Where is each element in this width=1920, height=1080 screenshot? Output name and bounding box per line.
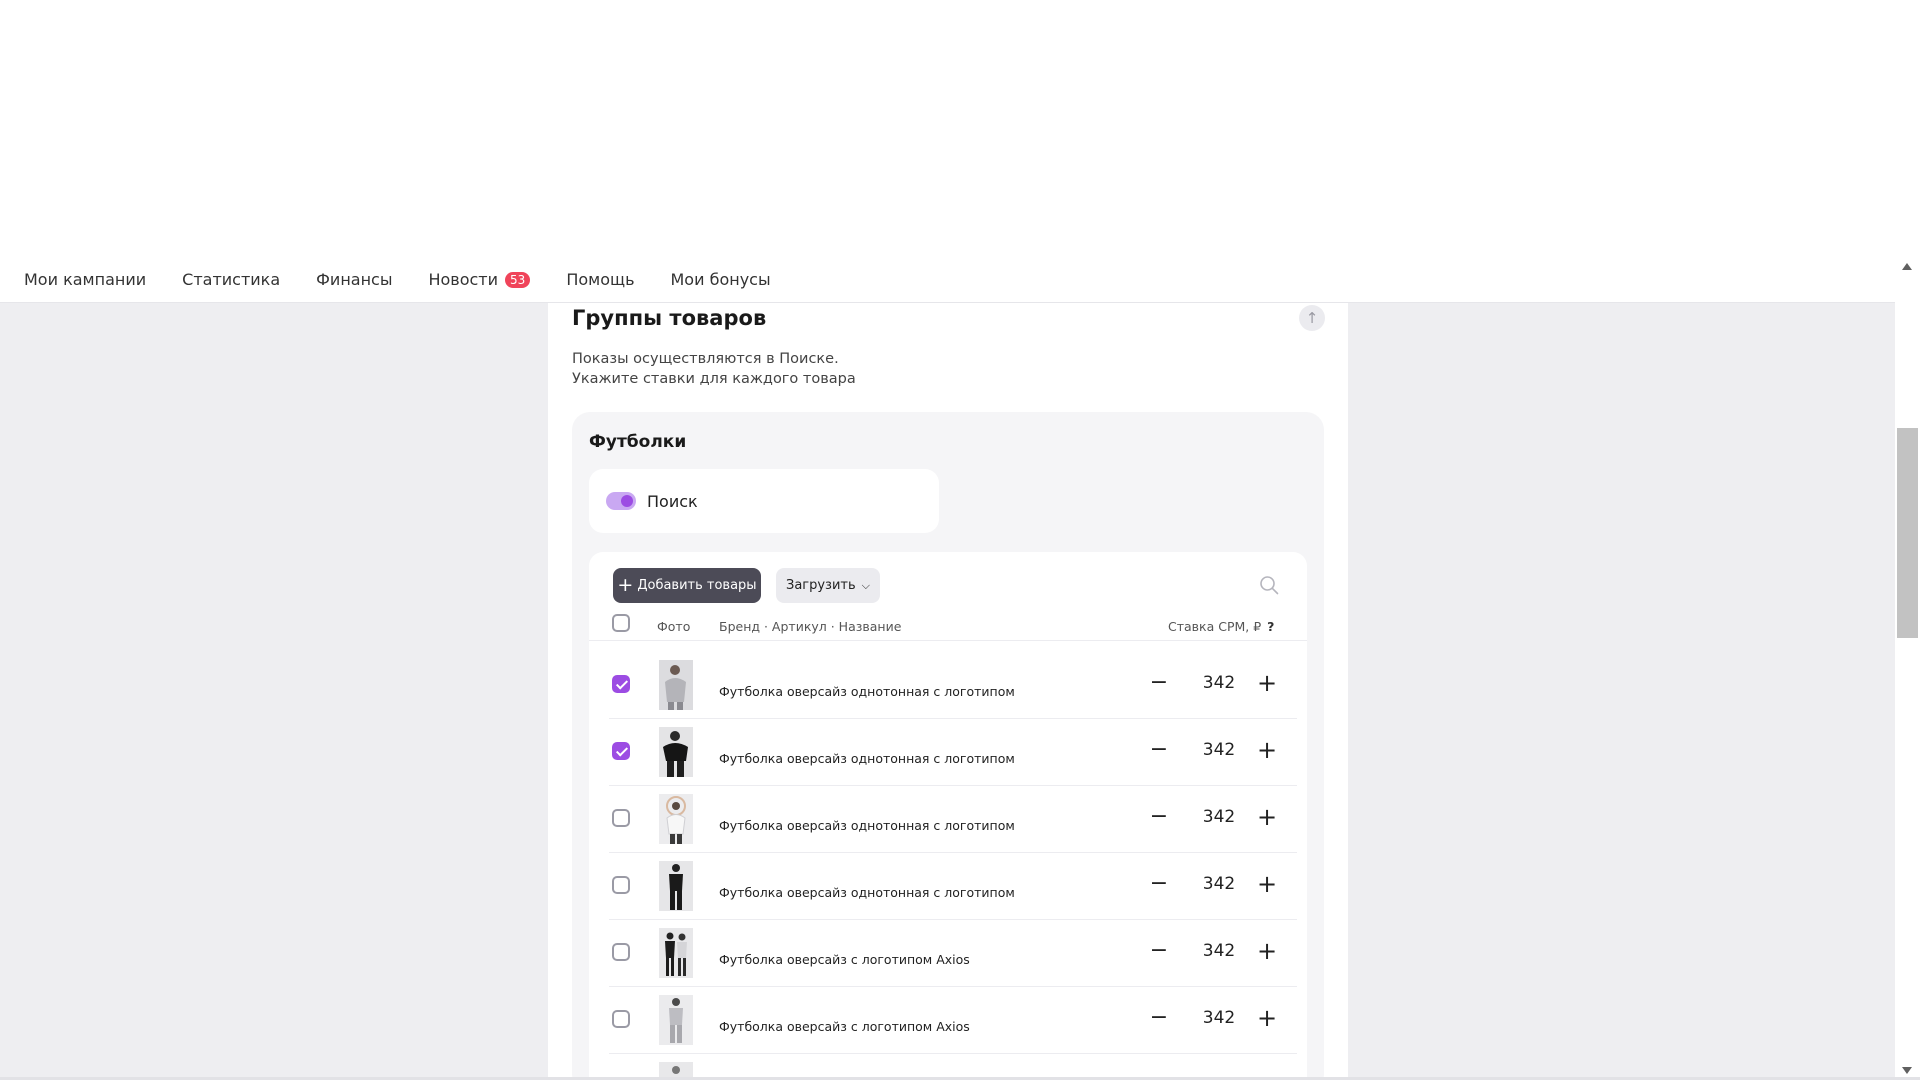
nav-help[interactable]: Помощь [566,270,634,289]
decrease-rate-button[interactable]: − [1147,668,1171,698]
product-group: Футболки Поиск + Добавить товары Загрузи… [572,412,1324,1080]
product-photo [659,861,693,911]
add-products-button[interactable]: + Добавить товары [613,568,761,603]
add-products-label: Добавить товары [637,578,757,593]
nav-statistics[interactable]: Статистика [182,270,280,289]
nav-label: Помощь [566,270,635,289]
vertical-scrollbar[interactable] [1895,257,1920,1080]
rate-value[interactable]: 342 [1194,869,1244,899]
select-all-checkbox[interactable] [612,614,630,632]
top-navigation: Мои кампании Статистика Финансы Новости … [0,257,1895,303]
column-rate: Ставка CPM, ₽? [1168,619,1274,634]
nav-news[interactable]: Новости 53 [428,270,531,289]
table-row: Футболка оверсайз однотонная с логотипом… [589,719,1307,786]
plus-icon: + [617,574,634,596]
decrease-rate-button[interactable]: − [1147,936,1171,966]
scroll-up-arrow-icon[interactable] [1902,263,1912,270]
table-row: Футболка оверсайз однотонная с логотипом… [589,786,1307,853]
load-dropdown-button[interactable]: Загрузить ⌵ [776,568,880,603]
news-count-badge: 53 [505,271,531,288]
description-line: Показы осуществляются в Поиске. [572,351,839,367]
placement-label: Поиск [647,491,698,511]
increase-rate-button[interactable]: + [1255,735,1279,765]
row-checkbox[interactable] [612,809,630,827]
products-table-body: Футболка оверсайз однотонная с логотипом… [589,652,1307,1080]
rate-value[interactable]: 342 [1194,668,1244,698]
row-checkbox[interactable] [612,876,630,894]
product-photo [659,794,693,844]
increase-rate-button[interactable]: + [1255,869,1279,899]
increase-rate-button[interactable]: + [1255,1003,1279,1033]
table-row: Футболка оверсайз однотонная с логотипом… [589,853,1307,920]
placement-card: Поиск [589,469,939,533]
product-name: Футболка оверсайз однотонная с логотипом [719,885,1015,900]
row-checkbox[interactable] [612,943,630,961]
products-table-header: Фото Бренд · Артикул · Название Ставка C… [589,612,1307,641]
description-line: Укажите ставки для каждого товара [572,371,856,387]
nav-label: Мои бонусы [670,270,771,289]
nav-label: Статистика [182,270,281,289]
nav-label: Мои кампании [24,270,147,289]
blank-header-area [0,0,1920,257]
product-groups-card: Группы товаров ↑ Показы осуществляются в… [548,303,1348,1080]
load-label: Загрузить [785,578,856,593]
nav-my-campaigns[interactable]: Мои кампании [24,270,146,289]
rate-help-icon[interactable]: ? [1267,619,1274,634]
main-content: Группы товаров ↑ Показы осуществляются в… [0,303,1895,1080]
search-icon[interactable] [1259,575,1279,595]
decrease-rate-button[interactable]: − [1147,802,1171,832]
rate-value[interactable]: 342 [1194,1003,1244,1033]
section-title: Группы товаров [572,306,767,330]
product-name: Футболка оверсайз однотонная с логотипом [719,818,1015,833]
product-name: Футболка оверсайз однотонная с логотипом [719,684,1015,699]
rate-value[interactable]: 342 [1194,802,1244,832]
rate-value[interactable]: 342 [1194,936,1244,966]
increase-rate-button[interactable]: + [1255,936,1279,966]
row-checkbox[interactable] [612,1010,630,1028]
product-name: Футболка оверсайз с логотипом Axios [719,952,970,967]
product-name: Футболка оверсайз однотонная с логотипом [719,751,1015,766]
nav-finances[interactable]: Финансы [316,270,392,289]
product-name: Футболка оверсайз с логотипом Axios [719,1019,970,1034]
search-placement-toggle[interactable] [606,492,636,510]
nav-my-bonuses[interactable]: Мои бонусы [671,270,771,289]
column-name: Бренд · Артикул · Название [719,619,902,634]
products-panel: + Добавить товары Загрузить ⌵ Фото Бренд… [589,552,1307,1080]
toggle-knob [621,495,633,507]
rate-value[interactable]: 342 [1194,735,1244,765]
arrow-up-icon[interactable]: ↑ [1299,305,1325,331]
scrollbar-thumb[interactable] [1897,428,1918,638]
column-photo: Фото [657,619,691,634]
nav-label: Новости [428,270,499,289]
decrease-rate-button[interactable]: − [1147,1003,1171,1033]
chevron-down-icon: ⌵ [861,578,870,592]
product-photo [659,995,693,1045]
increase-rate-button[interactable]: + [1255,668,1279,698]
decrease-rate-button[interactable]: − [1147,869,1171,899]
product-photo [659,928,693,978]
section-description: Показы осуществляются в Поиске. Укажите … [572,349,856,389]
product-photo [659,660,693,710]
column-rate-label: Ставка CPM, ₽ [1168,619,1262,634]
nav-label: Финансы [316,270,393,289]
decrease-rate-button[interactable]: − [1147,735,1171,765]
table-row: Футболка оверсайз с логотипом Axios − 34… [589,987,1307,1054]
group-title: Футболки [589,432,687,452]
increase-rate-button[interactable]: + [1255,802,1279,832]
scroll-down-arrow-icon[interactable] [1902,1067,1912,1074]
row-checkbox[interactable] [612,742,630,760]
table-row: Футболка оверсайз однотонная с логотипом… [589,652,1307,719]
product-photo [659,727,693,777]
row-checkbox[interactable] [612,675,630,693]
table-row: Футболка оверсайз с логотипом Axios − 34… [589,920,1307,987]
